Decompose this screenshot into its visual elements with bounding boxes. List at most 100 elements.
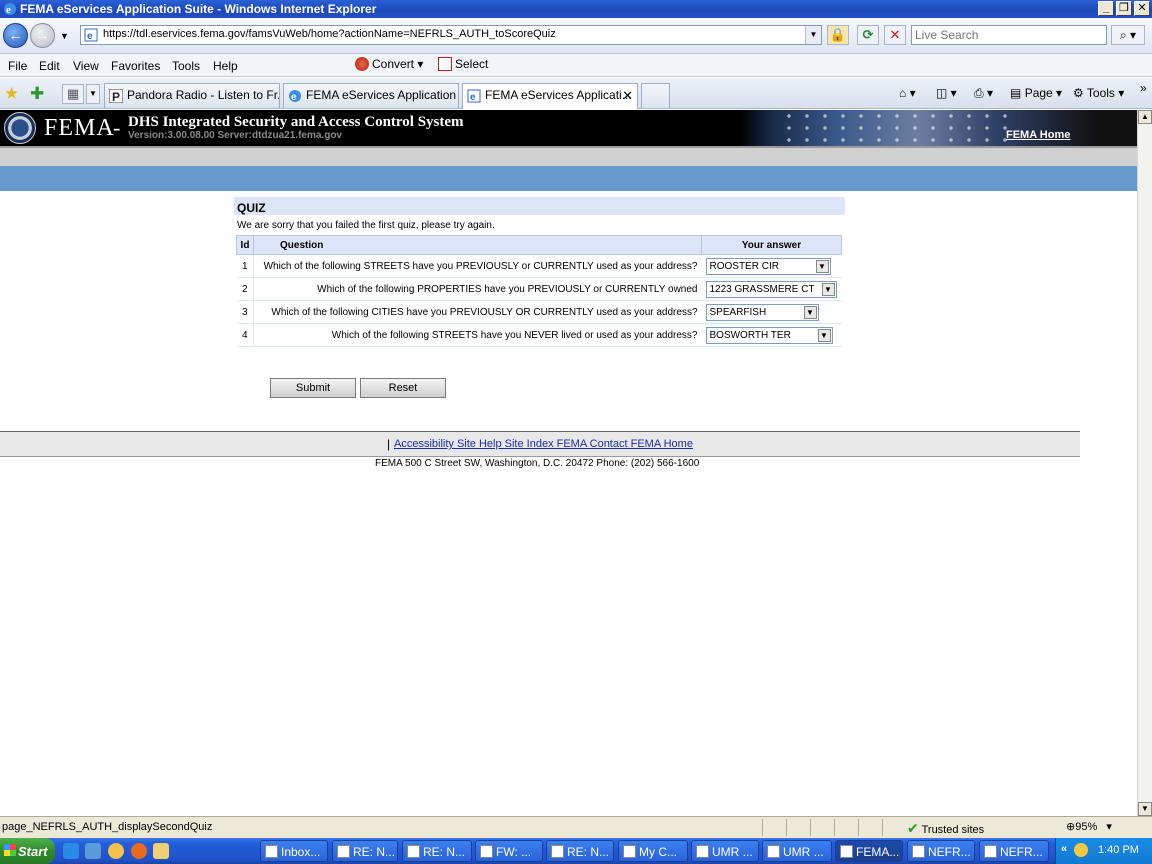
envelope-icon [407, 845, 420, 858]
security-zone[interactable]: ✔ Trusted sites [907, 820, 984, 837]
answer-select[interactable]: BOSWORTH TER ▼ [705, 326, 833, 344]
search-go-button[interactable]: ⌕ ▾ [1111, 25, 1145, 45]
quiz-message: We are sorry that you failed the first q… [237, 220, 495, 231]
menu-help[interactable]: Help [213, 59, 238, 73]
taskbar-button[interactable]: UMR ... [691, 840, 759, 862]
restore-button[interactable]: ❐ [1116, 1, 1132, 16]
chevron-down-icon[interactable]: ▼ [803, 305, 817, 319]
messenger-quicklaunch-icon[interactable] [108, 843, 124, 859]
messenger-tray-icon[interactable] [1074, 843, 1088, 857]
header-question: Question [253, 235, 702, 255]
tab-close-icon[interactable]: ✕ [622, 88, 633, 104]
scroll-down-icon[interactable]: ▼ [1138, 802, 1152, 816]
home-button[interactable]: ⌂ ▾ [899, 86, 916, 100]
refresh-button[interactable]: ⟳ [857, 25, 879, 45]
minimize-button[interactable]: _ [1098, 1, 1114, 16]
start-button[interactable]: Start [0, 838, 55, 864]
taskbar: Start Inbox... RE: N... RE: N... FW: ...… [0, 838, 1152, 864]
outlook-quicklaunch-icon[interactable] [85, 843, 101, 859]
word-icon [984, 845, 997, 858]
footer-links-bar: | Accessibility Site Help Site Index FEM… [0, 431, 1080, 457]
new-tab-button[interactable] [641, 83, 670, 108]
tab-list-dropdown-icon[interactable]: ▼ [86, 84, 100, 104]
feeds-button[interactable]: ◫ ▾ [936, 86, 957, 100]
question-text: Which of the following STREETS have you … [253, 323, 702, 347]
vertical-scrollbar[interactable]: ▲ ▼ [1137, 110, 1152, 816]
page-menu-button[interactable]: ▤ Page ▾ [1010, 86, 1062, 100]
window-controls: _ ❐ ✕ [1098, 1, 1150, 16]
ie-page-icon: e [467, 89, 481, 103]
address-text[interactable]: https://tdl.eservices.fema.gov/famsVuWeb… [103, 28, 556, 40]
taskbar-button[interactable]: NEFR... [979, 840, 1049, 862]
taskbar-button[interactable]: Inbox... [260, 840, 328, 862]
ie-quicklaunch-icon[interactable] [63, 843, 79, 859]
forward-button[interactable]: → [30, 23, 55, 48]
menu-view[interactable]: View [73, 59, 99, 73]
security-lock-icon[interactable]: 🔒 [827, 25, 849, 45]
back-button[interactable]: ← [3, 23, 28, 48]
firefox-quicklaunch-icon[interactable] [131, 843, 147, 859]
window-title-bar[interactable]: e FEMA eServices Application Suite - Win… [0, 0, 1152, 18]
svg-text:e: e [291, 92, 297, 103]
rss-icon: ◫ [936, 86, 948, 100]
quick-tabs-icon[interactable]: ▦ [62, 84, 84, 104]
folder-icon [623, 845, 636, 858]
tab-fema-active[interactable]: e FEMA eServices Applicati... ✕ [462, 83, 638, 109]
menu-edit[interactable]: Edit [39, 59, 60, 73]
tray-expand-icon[interactable]: « [1061, 843, 1067, 855]
menu-file[interactable]: File [8, 59, 27, 73]
select-icon [438, 57, 452, 71]
address-bar[interactable]: e https://tdl.eservices.fema.gov/famsVuW… [80, 25, 822, 45]
excel-icon [767, 845, 780, 858]
zoom-level[interactable]: ⊕95% ▾ [1066, 820, 1112, 833]
page-icon: ▤ [1010, 86, 1022, 100]
search-box[interactable] [911, 25, 1107, 45]
tab-pandora[interactable]: P Pandora Radio - Listen to Fr... [104, 83, 280, 108]
history-dropdown-icon[interactable]: ▼ [60, 31, 69, 41]
taskbar-button[interactable]: RE: N... [546, 840, 614, 862]
taskbar-button[interactable]: RE: N... [332, 840, 398, 862]
folder-quicklaunch-icon[interactable] [153, 843, 169, 859]
scroll-up-icon[interactable]: ▲ [1138, 110, 1152, 124]
chevron-down-icon[interactable]: ▼ [821, 282, 835, 296]
submit-button[interactable]: Submit [270, 378, 356, 398]
address-dropdown-icon[interactable]: ▼ [805, 26, 821, 44]
answer-select[interactable]: 1223 GRASSMERE CT ▼ [705, 280, 837, 298]
checkmark-icon: ✔ [907, 820, 919, 836]
tools-menu-button[interactable]: ⚙ Tools ▾ [1073, 86, 1124, 100]
taskbar-button[interactable]: NEFR... [907, 840, 975, 862]
favorites-star-icon[interactable]: ★ [4, 85, 19, 102]
chevron-more-icon[interactable]: » [1140, 81, 1147, 95]
close-button[interactable]: ✕ [1134, 1, 1150, 16]
answer-select[interactable]: SPEARFISH ▼ [705, 303, 819, 321]
menu-tools[interactable]: Tools [172, 59, 200, 73]
taskbar-button[interactable]: UMR ... [762, 840, 832, 862]
tab-bar: ★ ✚ ▦ ▼ P Pandora Radio - Listen to Fr..… [0, 78, 1152, 109]
quiz-table: Id Question Your answer 1 Which of the f… [236, 235, 842, 347]
footer-separator: | [387, 437, 391, 451]
clock[interactable]: 1:40 PM [1098, 844, 1139, 856]
fema-home-link[interactable]: FEMA Home [1006, 129, 1070, 141]
stop-button[interactable]: ✕ [884, 25, 906, 45]
add-favorite-icon[interactable]: ✚ [30, 85, 44, 102]
menu-favorites[interactable]: Favorites [111, 59, 160, 73]
reset-button[interactable]: Reset [360, 378, 446, 398]
convert-button[interactable]: Convert ▾ [355, 57, 423, 71]
chevron-down-icon[interactable]: ▼ [815, 259, 829, 273]
chevron-down-icon[interactable]: ▼ [817, 328, 831, 342]
svg-text:e: e [87, 31, 93, 42]
tab-fema-1[interactable]: e FEMA eServices Application ... [283, 83, 459, 108]
taskbar-button[interactable]: FW: ... [475, 840, 543, 862]
flag-image [740, 110, 1137, 146]
footer-links[interactable]: Accessibility Site Help Site Index FEMA … [394, 438, 693, 450]
table-row: 1 Which of the following STREETS have yo… [236, 254, 842, 278]
taskbar-button[interactable]: RE: N... [402, 840, 472, 862]
fema-logo: FEMA [44, 115, 115, 141]
taskbar-button[interactable]: My C... [618, 840, 688, 862]
taskbar-button-active[interactable]: FEMA... [835, 840, 903, 862]
print-button[interactable]: ⎙ ▾ [974, 86, 993, 101]
search-input[interactable] [912, 26, 1106, 44]
select-button[interactable]: Select [438, 57, 488, 71]
answer-select[interactable]: ROOSTER CIR ▼ [705, 257, 831, 275]
svg-text:e: e [470, 92, 476, 103]
